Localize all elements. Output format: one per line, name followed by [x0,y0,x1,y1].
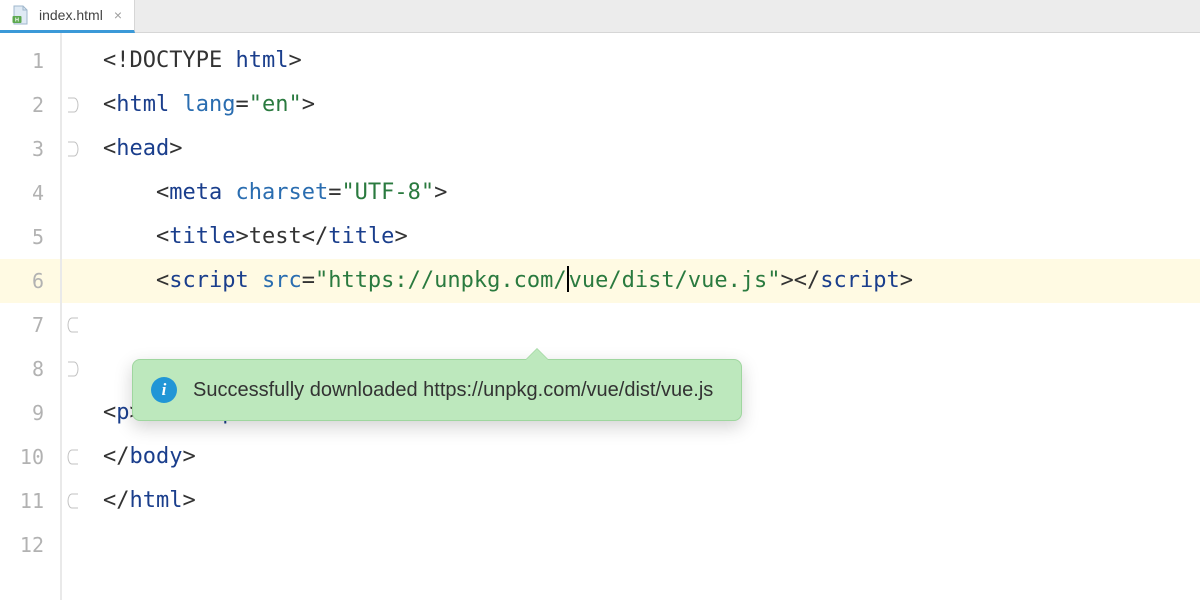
tooltip-message: Successfully downloaded https://unpkg.co… [193,379,713,402]
fold-open-icon[interactable] [67,361,79,377]
text-caret [567,266,569,292]
code-line[interactable]: </body> [84,435,1200,479]
code-line-active[interactable]: <script src="https://unpkg.com/vue/dist/… [84,259,1200,303]
line-number: 5 [0,215,60,259]
tab-filename: index.html [39,7,103,23]
code-line[interactable]: <meta charset="UTF-8"> [84,171,1200,215]
line-number: 10 [0,435,60,479]
code-line[interactable]: <title>test</title> [84,215,1200,259]
fold-column [62,33,84,600]
line-number: 2 [0,83,60,127]
code-line[interactable]: <!DOCTYPE html> [84,39,1200,83]
tooltip-arrow-icon [525,349,549,361]
line-number: 11 [0,479,60,523]
svg-text:H: H [15,17,19,23]
line-number: 7 [0,303,60,347]
fold-close-icon[interactable] [67,317,79,333]
code-line[interactable]: <html lang="en"> [84,83,1200,127]
tab-bar: H index.html × [0,0,1200,33]
fold-open-icon[interactable] [67,97,79,113]
close-tab-icon[interactable]: × [114,7,122,23]
code-line[interactable]: </html> [84,479,1200,523]
html-file-icon: H [10,5,30,25]
code-editor[interactable]: 1 2 3 4 5 6 7 8 9 10 11 12 <!DOCTYPE htm… [0,33,1200,600]
fold-close-icon[interactable] [67,493,79,509]
line-number: 8 [0,347,60,391]
line-number-gutter: 1 2 3 4 5 6 7 8 9 10 11 12 [0,33,60,600]
line-number: 6 [0,259,60,303]
editor-tab-index-html[interactable]: H index.html × [0,0,135,33]
line-number: 3 [0,127,60,171]
code-line[interactable] [84,523,1200,567]
info-icon: i [151,377,177,403]
download-success-tooltip: i Successfully downloaded https://unpkg.… [132,359,742,421]
line-number: 1 [0,39,60,83]
line-number: 9 [0,391,60,435]
code-line[interactable]: <head> [84,127,1200,171]
line-number: 12 [0,523,60,567]
code-line[interactable] [84,303,1200,347]
fold-close-icon[interactable] [67,449,79,465]
fold-open-icon[interactable] [67,141,79,157]
line-number: 4 [0,171,60,215]
code-area[interactable]: <!DOCTYPE html> <html lang="en"> <head> … [84,33,1200,600]
